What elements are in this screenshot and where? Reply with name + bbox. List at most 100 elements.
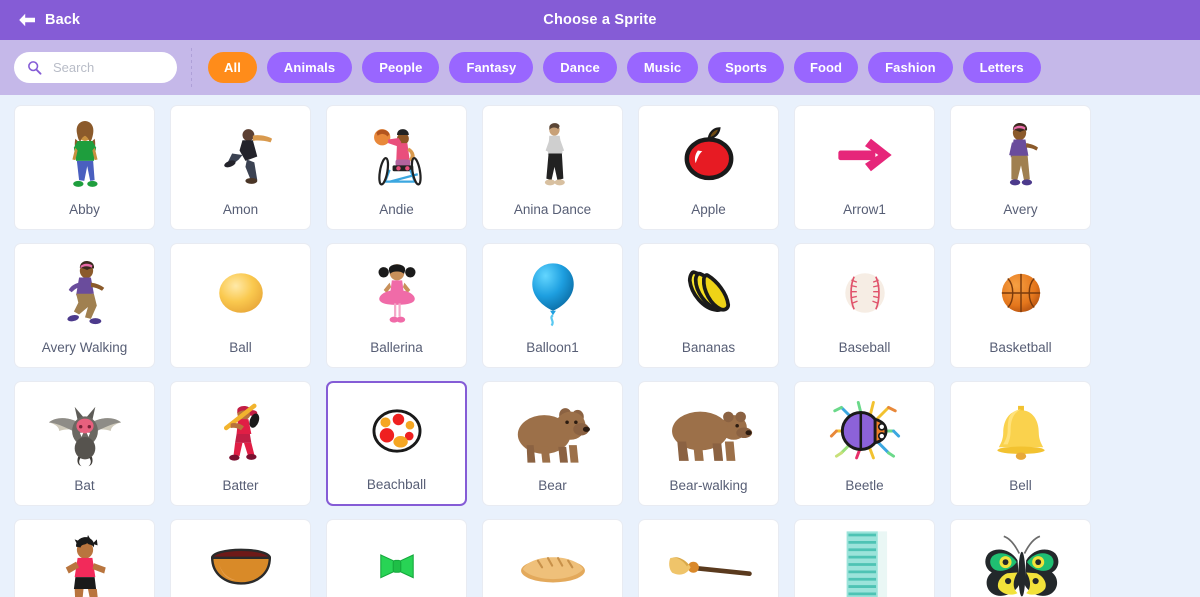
category-tabs: All Animals People Fantasy Dance Music Sports F…: [208, 52, 1041, 83]
sprite-bananas-icon: [639, 244, 778, 337]
sprite-card[interactable]: Anina Dance: [482, 105, 623, 230]
sprite-bear-icon: [483, 382, 622, 475]
sprite-bread-icon: [483, 520, 622, 597]
sprite-card[interactable]: Building: [794, 519, 935, 597]
sprite-card[interactable]: Avery Walking: [14, 243, 155, 368]
tab-fantasy[interactable]: Fantasy: [449, 52, 534, 83]
sprite-card[interactable]: Balloon1: [482, 243, 623, 368]
search-input[interactable]: [53, 60, 163, 75]
sprite-beachball-icon: [328, 383, 465, 474]
tab-people[interactable]: People: [362, 52, 440, 83]
sprite-card-label: Bear-walking: [669, 478, 748, 493]
sprite-beetle-icon: [795, 382, 934, 475]
sprite-card-label: Avery Walking: [41, 340, 128, 355]
sprite-card-label: Andie: [379, 202, 414, 217]
sprite-library-scroll-area[interactable]: Abby Amon Andie Anina Dance Apple Arrow1…: [0, 95, 1200, 597]
sprite-building-icon: [795, 520, 934, 597]
sprite-baseball-icon: [795, 244, 934, 337]
search-icon: [27, 60, 42, 75]
sprite-card[interactable]: Beetle: [794, 381, 935, 506]
arrow-left-icon: [18, 13, 36, 27]
sprite-arrow1-icon: [795, 106, 934, 199]
sprite-card[interactable]: Batter: [170, 381, 311, 506]
sprite-batter-icon: [171, 382, 310, 475]
sprite-card[interactable]: Bowtie: [326, 519, 467, 597]
sprite-bat-icon: [15, 382, 154, 475]
sprite-anina-dance-icon: [483, 106, 622, 199]
sprite-card[interactable]: Bat: [14, 381, 155, 506]
tab-sports[interactable]: Sports: [708, 52, 784, 83]
search-box[interactable]: [14, 52, 177, 83]
sprite-card-label: Amon: [222, 202, 259, 217]
sprite-basketball-icon: [951, 244, 1090, 337]
sprite-card[interactable]: Amon: [170, 105, 311, 230]
sprite-ben-icon: [15, 520, 154, 597]
sprite-card-label: Arrow1: [843, 202, 886, 217]
sprite-card-label: Bananas: [681, 340, 736, 355]
sprite-avery-icon: [951, 106, 1090, 199]
sprite-card[interactable]: Baseball: [794, 243, 935, 368]
sprite-andie-icon: [327, 106, 466, 199]
sprite-card-label: Abby: [69, 202, 100, 217]
tab-food[interactable]: Food: [793, 52, 859, 83]
sprite-card-label: Anina Dance: [513, 202, 592, 217]
sprite-card-label: Avery: [1003, 202, 1038, 217]
sprite-card[interactable]: Bread: [482, 519, 623, 597]
sprite-card[interactable]: Butterfly 1: [950, 519, 1091, 597]
sprite-card[interactable]: Abby: [14, 105, 155, 230]
sprite-card[interactable]: Apple: [638, 105, 779, 230]
filter-bar: All Animals People Fantasy Dance Music Sports F…: [0, 40, 1200, 95]
sprite-apple-icon: [639, 106, 778, 199]
sprite-ballerina-icon: [327, 244, 466, 337]
sprite-card[interactable]: Ballerina: [326, 243, 467, 368]
sprite-card-label: Ballerina: [370, 340, 423, 355]
sprite-bear-walking-icon: [639, 382, 778, 475]
sprite-card-label: Beetle: [845, 478, 884, 493]
filter-divider: [191, 47, 192, 88]
sprite-card[interactable]: Ball: [170, 243, 311, 368]
sprite-abby-icon: [15, 106, 154, 199]
sprite-amon-icon: [171, 106, 310, 199]
sprite-bell-icon: [951, 382, 1090, 475]
tab-all[interactable]: All: [208, 52, 257, 83]
back-label: Back: [45, 12, 81, 28]
sprite-card[interactable]: Beachball: [326, 381, 467, 506]
sprite-card[interactable]: Arrow1: [794, 105, 935, 230]
tab-dance[interactable]: Dance: [543, 52, 617, 83]
sprite-card-label: Balloon1: [526, 340, 579, 355]
sprite-broom-icon: [639, 520, 778, 597]
sprite-card[interactable]: Bear-walking: [638, 381, 779, 506]
sprite-butterfly1-icon: [951, 520, 1090, 597]
sprite-card[interactable]: Bear: [482, 381, 623, 506]
sprite-balloon1-icon: [483, 244, 622, 337]
back-button[interactable]: Back: [0, 0, 94, 40]
sprite-card-label: Bat: [74, 478, 95, 493]
tab-animals[interactable]: Animals: [266, 52, 353, 83]
sprite-card[interactable]: Andie: [326, 105, 467, 230]
page-title: Choose a Sprite: [543, 12, 657, 28]
sprite-card[interactable]: Avery: [950, 105, 1091, 230]
sprite-card-label: Beachball: [366, 477, 427, 492]
tab-music[interactable]: Music: [626, 52, 699, 83]
sprite-card-label: Apple: [691, 202, 726, 217]
sprite-card-label: Baseball: [838, 340, 891, 355]
sprite-card[interactable]: Bell: [950, 381, 1091, 506]
sprite-card-label: Ball: [229, 340, 252, 355]
modal-header: Back Choose a Sprite: [0, 0, 1200, 40]
sprite-grid: Abby Amon Andie Anina Dance Apple Arrow1…: [14, 105, 1120, 597]
tab-fashion[interactable]: Fashion: [868, 52, 953, 83]
sprite-ball-icon: [171, 244, 310, 337]
sprite-card-label: Batter: [222, 478, 259, 493]
sprite-card-label: Bell: [1009, 478, 1032, 493]
sprite-card[interactable]: Bananas: [638, 243, 779, 368]
sprite-card[interactable]: Bowl: [170, 519, 311, 597]
sprite-bowl-icon: [171, 520, 310, 597]
sprite-avery-walking-icon: [15, 244, 154, 337]
tab-letters[interactable]: Letters: [962, 52, 1041, 83]
sprite-bowtie-icon: [327, 520, 466, 597]
sprite-card[interactable]: Basketball: [950, 243, 1091, 368]
sprite-card[interactable]: Ben: [14, 519, 155, 597]
sprite-card[interactable]: Broom: [638, 519, 779, 597]
sprite-card-label: Basketball: [989, 340, 1052, 355]
sprite-card-label: Bear: [538, 478, 567, 493]
